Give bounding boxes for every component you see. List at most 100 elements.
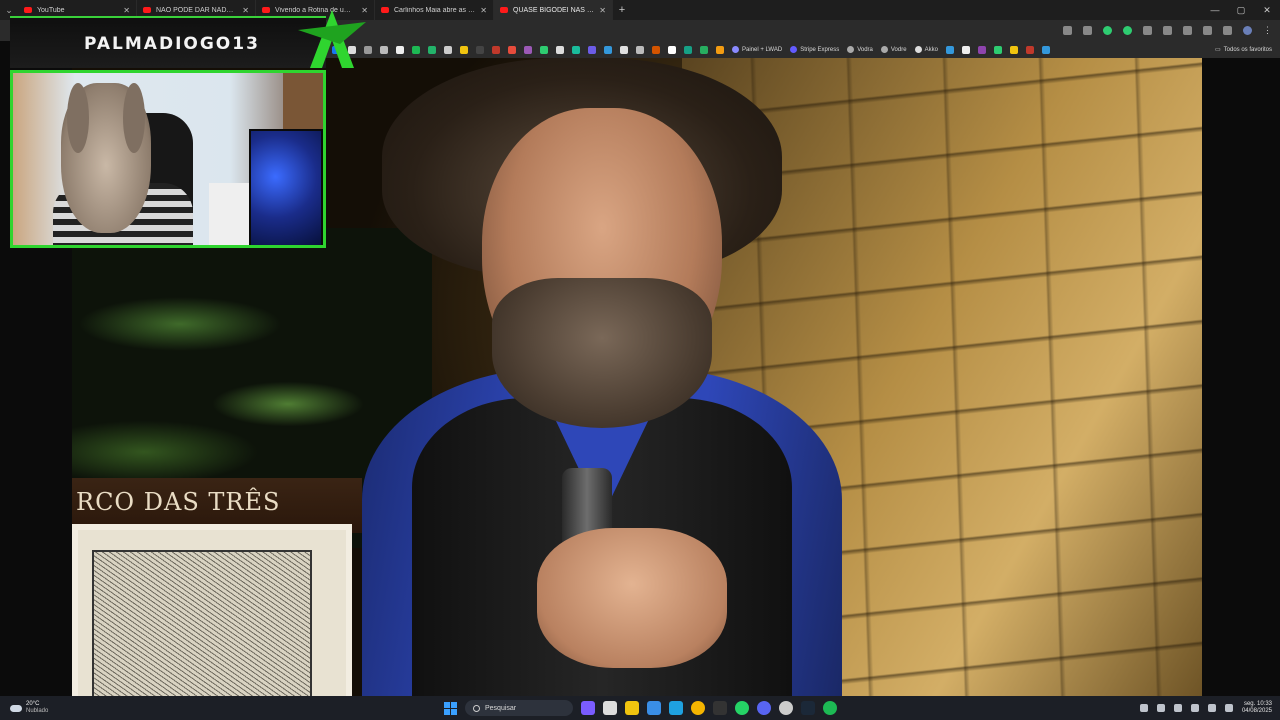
bookmark-icon[interactable] <box>556 45 564 54</box>
bookmark-icon[interactable] <box>684 45 692 54</box>
bookmark-icon[interactable] <box>700 45 708 54</box>
bookmark-icon[interactable] <box>428 45 436 54</box>
bookmark-icon[interactable] <box>993 45 1002 54</box>
bookmark-icon[interactable] <box>652 45 660 54</box>
task-view-icon[interactable] <box>603 701 617 715</box>
akko-icon <box>914 46 922 53</box>
close-tab-icon[interactable]: ✕ <box>242 6 249 15</box>
bookmark-icon[interactable] <box>604 45 612 54</box>
all-bookmarks-folder[interactable]: ▭ Todos os favoritos <box>1215 46 1280 54</box>
more-menu-icon[interactable]: ⋮ <box>1263 25 1272 36</box>
bookmark-icon[interactable] <box>396 45 404 54</box>
close-tab-icon[interactable]: ✕ <box>599 6 606 15</box>
bookmark-icon[interactable] <box>412 45 420 54</box>
chevron-up-icon[interactable] <box>1139 704 1148 712</box>
vodra-icon <box>847 46 855 53</box>
extension-icon[interactable] <box>1123 26 1132 35</box>
network-icon[interactable] <box>1207 704 1216 712</box>
bookmark-icon[interactable] <box>492 45 500 54</box>
new-tab-button[interactable]: + <box>613 4 631 16</box>
system-tray: seg. 10:33 04/08/2025 <box>1139 696 1272 720</box>
install-app-icon[interactable] <box>1063 26 1072 35</box>
search-icon <box>473 704 480 712</box>
taskbar-search[interactable]: Pesquisar <box>465 700 573 716</box>
bookmark-icon[interactable] <box>524 45 532 54</box>
browser-tab[interactable]: Carlinhos Maia abre as portas ✕ <box>375 0 494 20</box>
bookmark-icon[interactable] <box>588 45 596 54</box>
bookmark-icon[interactable] <box>444 45 452 54</box>
bookmark-icon[interactable] <box>540 45 548 54</box>
store-icon[interactable] <box>647 701 661 715</box>
windows-start-icon[interactable] <box>444 701 457 715</box>
bookmark-label: Painel + LWAD <box>742 46 783 53</box>
app-icon[interactable] <box>713 701 727 715</box>
bookmark-icon[interactable] <box>620 45 628 54</box>
bookmark-vodre[interactable]: Vodre <box>880 46 907 53</box>
volume-icon[interactable] <box>1224 704 1233 712</box>
minimize-icon[interactable]: — <box>1202 5 1228 16</box>
spotify-icon[interactable] <box>823 701 837 715</box>
bookmark-icon[interactable] <box>1025 45 1034 54</box>
tray-app-icon[interactable] <box>1156 704 1165 712</box>
bookmark-vodra[interactable]: Vodra <box>847 46 873 53</box>
clock-date: 04/08/2025 <box>1241 708 1272 714</box>
incognito-icon[interactable] <box>1223 26 1232 35</box>
system-clock[interactable]: seg. 10:33 04/08/2025 <box>1242 701 1272 715</box>
weather-text: 20°C Nublado <box>26 701 48 715</box>
framed-poster <box>72 524 352 696</box>
weather-widget[interactable]: 20°C Nublado <box>0 701 120 715</box>
history-icon[interactable] <box>1183 26 1192 35</box>
extension-icon[interactable] <box>1103 26 1112 35</box>
bookmark-icon[interactable] <box>508 45 516 54</box>
mask-ear <box>123 83 145 153</box>
bookmark-icon[interactable] <box>476 45 484 54</box>
profile-avatar[interactable] <box>1243 26 1252 35</box>
streamer-name: PALMADIOGO13 <box>84 34 260 54</box>
bookmark-painel[interactable]: Painel + LWAD <box>732 46 782 53</box>
bookmark-icon[interactable] <box>460 45 468 54</box>
taskbar-apps: Pesquisar <box>444 696 837 720</box>
discord-icon[interactable] <box>757 701 771 715</box>
close-tab-icon[interactable]: ✕ <box>480 6 487 15</box>
whatsapp-icon[interactable] <box>735 701 749 715</box>
poster-illustration <box>92 550 312 696</box>
microphone-icon[interactable] <box>1190 704 1199 712</box>
bookmark-icon[interactable] <box>961 45 970 54</box>
bookmark-star-icon[interactable] <box>1083 26 1092 35</box>
bookmark-stripe[interactable]: Stripe Express <box>790 46 839 53</box>
stripe-icon <box>790 46 798 53</box>
edge-icon[interactable] <box>669 701 683 715</box>
bookmark-icon[interactable] <box>977 45 986 54</box>
chrome-icon[interactable] <box>691 701 705 715</box>
extensions-puzzle-icon[interactable] <box>1163 26 1172 35</box>
bookmark-icon[interactable] <box>1041 45 1050 54</box>
file-explorer-icon[interactable] <box>625 701 639 715</box>
close-window-icon[interactable]: ✕ <box>1254 5 1280 16</box>
downloads-icon[interactable] <box>1203 26 1212 35</box>
bookmark-icon[interactable] <box>636 45 644 54</box>
bookmark-icon[interactable] <box>1009 45 1018 54</box>
donkey-mask <box>61 83 151 233</box>
steam-icon[interactable] <box>801 701 815 715</box>
bookmark-icon[interactable] <box>380 45 388 54</box>
browser-tab-active[interactable]: QUASE BIGODEI NAS CATA ✕ <box>494 0 613 20</box>
mask-ear <box>67 83 89 153</box>
bookmark-akko[interactable]: Akko <box>914 46 938 53</box>
webcam-feed <box>10 70 326 248</box>
copilot-icon[interactable] <box>581 701 595 715</box>
windows-taskbar: 20°C Nublado Pesquisar seg. 10:33 04/08/… <box>0 696 1280 720</box>
tab-title: QUASE BIGODEI NAS CATA <box>513 6 594 14</box>
media-control-icon[interactable] <box>1143 26 1152 35</box>
bookmark-icon[interactable] <box>668 45 676 54</box>
maximize-icon[interactable]: ▢ <box>1228 5 1254 16</box>
window-controls: — ▢ ✕ <box>1202 5 1280 16</box>
tab-title: NÃO PODE DAR NADA ERRADO <box>156 6 238 14</box>
youtube-icon <box>143 7 151 13</box>
desktop-screen: ⌄ YouTube ✕ NÃO PODE DAR NADA ERRADO ✕ V… <box>0 0 1280 720</box>
bookmark-icon[interactable] <box>572 45 580 54</box>
tray-app-icon[interactable] <box>1173 704 1182 712</box>
bookmark-icon[interactable] <box>716 45 724 54</box>
close-tab-icon[interactable]: ✕ <box>123 6 130 15</box>
bookmark-icon[interactable] <box>945 45 954 54</box>
settings-gear-icon[interactable] <box>779 701 793 715</box>
